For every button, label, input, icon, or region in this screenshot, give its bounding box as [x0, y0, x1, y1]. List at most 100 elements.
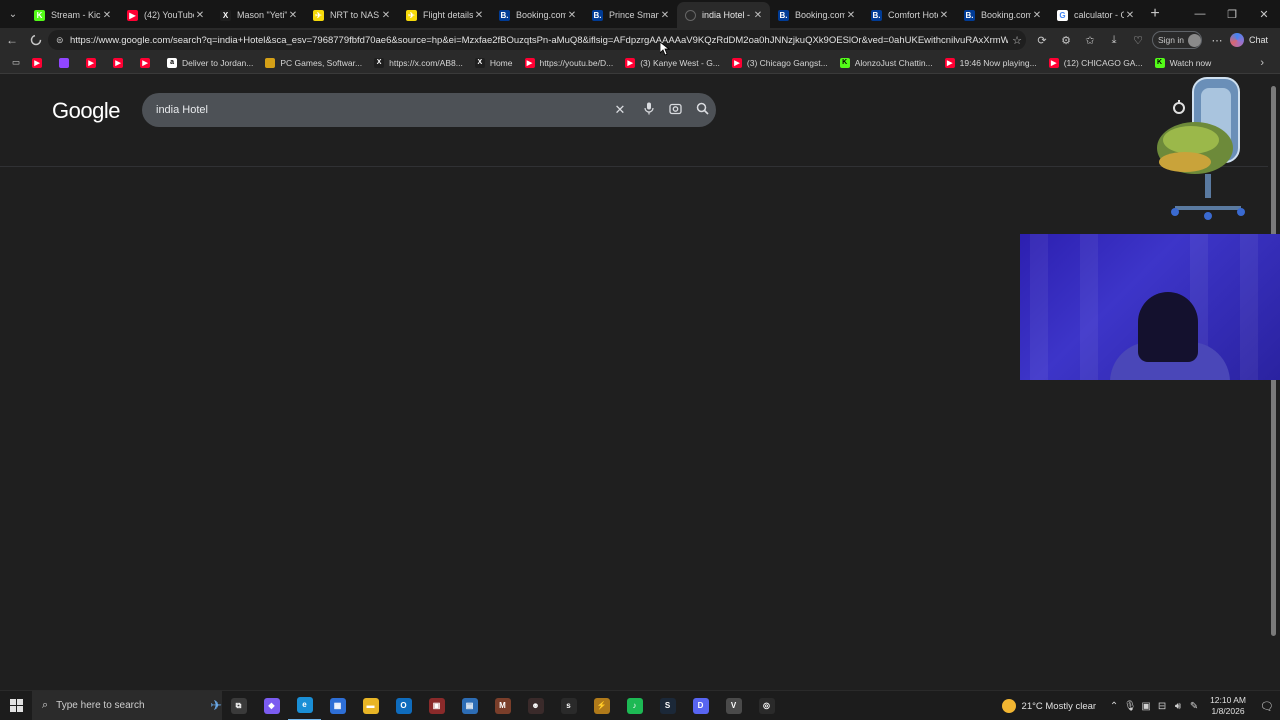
close-tab-icon[interactable]: ✕ — [1124, 10, 1136, 21]
taskbar-app[interactable]: ◆ — [255, 691, 288, 720]
bookmark-item[interactable]: ▶ (12) CHICAGO GA... — [1043, 52, 1149, 74]
taskbar-app[interactable]: V — [717, 691, 750, 720]
bookmark-item[interactable]: ▶ — [26, 52, 53, 74]
taskbar-app[interactable]: ⚡ — [585, 691, 618, 720]
bookmarks-list: ▶ ▶ ▶ ▶ a Deliver to Jordan... PC Games, Softw… — [26, 52, 1217, 74]
taskbar-app[interactable]: S — [651, 691, 684, 720]
bookmark-item[interactable]: ▶ 19:46 Now playing... — [939, 52, 1043, 74]
page-scrollbar[interactable] — [1268, 74, 1280, 690]
bookmark-item[interactable]: ▶ https://youtu.be/D... — [519, 52, 620, 74]
bookmarks-overflow-chevron-icon[interactable]: › — [1260, 52, 1264, 74]
taskbar-search[interactable]: ⌕ Type here to search ✈ — [32, 690, 222, 720]
voice-search-icon[interactable] — [635, 102, 662, 118]
sign-in-button[interactable]: Sign in — [1152, 31, 1202, 49]
close-tab-icon[interactable]: ✕ — [101, 10, 113, 21]
bookmark-item[interactable]: a Deliver to Jordan... — [161, 52, 259, 74]
tray-app-icon[interactable]: ▣ — [1138, 701, 1154, 712]
weather-text: 21°C Mostly clear — [1021, 700, 1097, 712]
network-icon[interactable]: ⊟ — [1154, 701, 1170, 712]
close-tab-icon[interactable]: ✕ — [194, 10, 206, 21]
microphone-icon[interactable]: 🎙︎ — [1122, 701, 1138, 712]
extension-icon[interactable]: ⟳ — [1030, 34, 1054, 47]
youtube-icon: ▶ — [113, 57, 124, 68]
site-info-icon[interactable]: ⊜ — [56, 35, 70, 46]
browser-tab[interactable]: K Stream - Kick D✕ — [26, 2, 119, 28]
bookmark-item[interactable]: ▶ — [80, 52, 107, 74]
close-tab-icon[interactable]: ✕ — [938, 10, 950, 21]
search-icon[interactable] — [689, 102, 716, 118]
close-window-icon[interactable]: ✕ — [1248, 0, 1280, 28]
bookmark-item[interactable] — [53, 52, 80, 74]
minimize-icon[interactable]: — — [1184, 0, 1216, 28]
close-tab-icon[interactable]: ✕ — [845, 10, 857, 21]
taskbar-app[interactable]: ☻ — [519, 691, 552, 720]
bookmark-item[interactable]: X Home — [469, 52, 519, 74]
weather-widget[interactable]: 21°C Mostly clear — [1001, 699, 1097, 713]
notifications-icon[interactable]: 🗨︎ — [1254, 700, 1280, 713]
browser-tab[interactable]: india Hotel - G✕ — [677, 2, 770, 28]
taskbar-app[interactable]: D — [684, 691, 717, 720]
tab-search-chevron-icon[interactable]: ⌄ — [0, 0, 26, 28]
bookmark-item[interactable]: ▶ (3) Kanye West - G... — [619, 52, 726, 74]
taskbar-app[interactable]: ▬ — [354, 691, 387, 720]
taskbar-app[interactable]: ▤ — [453, 691, 486, 720]
search-input[interactable]: india Hotel — [156, 104, 605, 116]
browser-essentials-icon[interactable]: ♡ — [1126, 34, 1150, 47]
browser-tab[interactable]: B. Prince Smart In✕ — [584, 2, 677, 28]
favorites-icon[interactable]: ✩ — [1078, 34, 1102, 47]
bookmark-star-icon[interactable]: ☆ — [1008, 34, 1026, 47]
browser-tab[interactable]: Gcalculator - Goo✕ — [1049, 2, 1142, 28]
bookmark-item[interactable]: Xhttps://x.com/AB8... — [368, 52, 469, 74]
show-hidden-icons-chevron-icon[interactable]: ⌃ — [1106, 701, 1122, 712]
browser-tab[interactable]: ✈ Flight details | E✕ — [398, 2, 491, 28]
url-text[interactable]: https://www.google.com/search?q=india+Ho… — [70, 35, 1008, 46]
clock[interactable]: 12:10 AM 1/8/2026 — [1210, 695, 1246, 717]
maximize-icon[interactable]: ❐ — [1216, 0, 1248, 28]
browser-tab[interactable]: B. Booking.com: H✕ — [491, 2, 584, 28]
search-box[interactable]: india Hotel ✕ — [142, 93, 716, 127]
taskbar-app[interactable]: e — [288, 691, 321, 720]
browser-tab[interactable]: ▶ (42) YouTube ✕ — [119, 2, 212, 28]
pen-icon[interactable]: ✎ — [1186, 701, 1202, 712]
clear-icon[interactable]: ✕ — [605, 102, 635, 118]
close-tab-icon[interactable]: ✕ — [287, 10, 299, 21]
taskbar-app[interactable]: ⧉ — [222, 691, 255, 720]
taskbar-app[interactable]: ♪ — [618, 691, 651, 720]
bookmark-item[interactable]: ▶ (3) Chicago Gangst... — [726, 52, 834, 74]
google-logo[interactable]: Google — [52, 98, 120, 124]
close-tab-icon[interactable]: ✕ — [752, 10, 764, 21]
volume-icon[interactable]: 🔊︎ — [1170, 701, 1186, 712]
close-tab-icon[interactable]: ✕ — [380, 10, 392, 21]
bookmark-item[interactable]: PC Games, Softwar... — [259, 52, 368, 74]
taskbar-app[interactable]: M — [486, 691, 519, 720]
close-tab-icon[interactable]: ✕ — [1031, 10, 1043, 21]
taskbar-app[interactable]: ◎ — [750, 691, 783, 720]
close-tab-icon[interactable]: ✕ — [473, 10, 485, 21]
new-tab-button[interactable]: + — [1142, 0, 1168, 28]
downloads-icon[interactable]: ⤓ — [1102, 34, 1126, 47]
browser-tab[interactable]: X Mason "Yeti" B✕ — [212, 2, 305, 28]
browser-tab[interactable]: B. Booking.com: H✕ — [956, 2, 1049, 28]
more-menu-icon[interactable]: ⋯ — [1208, 28, 1226, 52]
close-tab-icon[interactable]: ✕ — [566, 10, 578, 21]
start-button[interactable] — [0, 691, 32, 720]
browser-tab[interactable]: B. Booking.com: H✕ — [770, 2, 863, 28]
extensions-puzzle-icon[interactable]: ⚙ — [1054, 34, 1078, 47]
browser-tab[interactable]: B. Comfort Hotel ✕ — [863, 2, 956, 28]
browser-tab[interactable]: ✈ NRT to NAS fli✕ — [305, 2, 398, 28]
bookmark-item[interactable]: ▶ — [134, 52, 161, 74]
close-tab-icon[interactable]: ✕ — [659, 10, 671, 21]
amazon-icon: a — [167, 57, 178, 68]
address-bar[interactable]: ⊜ https://www.google.com/search?q=india+… — [48, 30, 1026, 50]
taskbar-app[interactable]: ▣ — [420, 691, 453, 720]
taskbar-app[interactable]: s — [552, 691, 585, 720]
copilot-chat-button[interactable]: Chat — [1230, 31, 1268, 49]
tab-actions-icon[interactable]: ▭ — [6, 52, 26, 74]
back-arrow-icon[interactable]: ← — [0, 28, 24, 52]
loading-spinner-icon[interactable] — [24, 28, 48, 52]
bookmark-item[interactable]: K AlonzoJust Chattin... — [834, 52, 939, 74]
bookmark-item[interactable]: ▶ — [107, 52, 134, 74]
lens-camera-icon[interactable] — [662, 102, 689, 118]
taskbar-app[interactable]: O — [387, 691, 420, 720]
taskbar-app[interactable]: ▦ — [321, 691, 354, 720]
